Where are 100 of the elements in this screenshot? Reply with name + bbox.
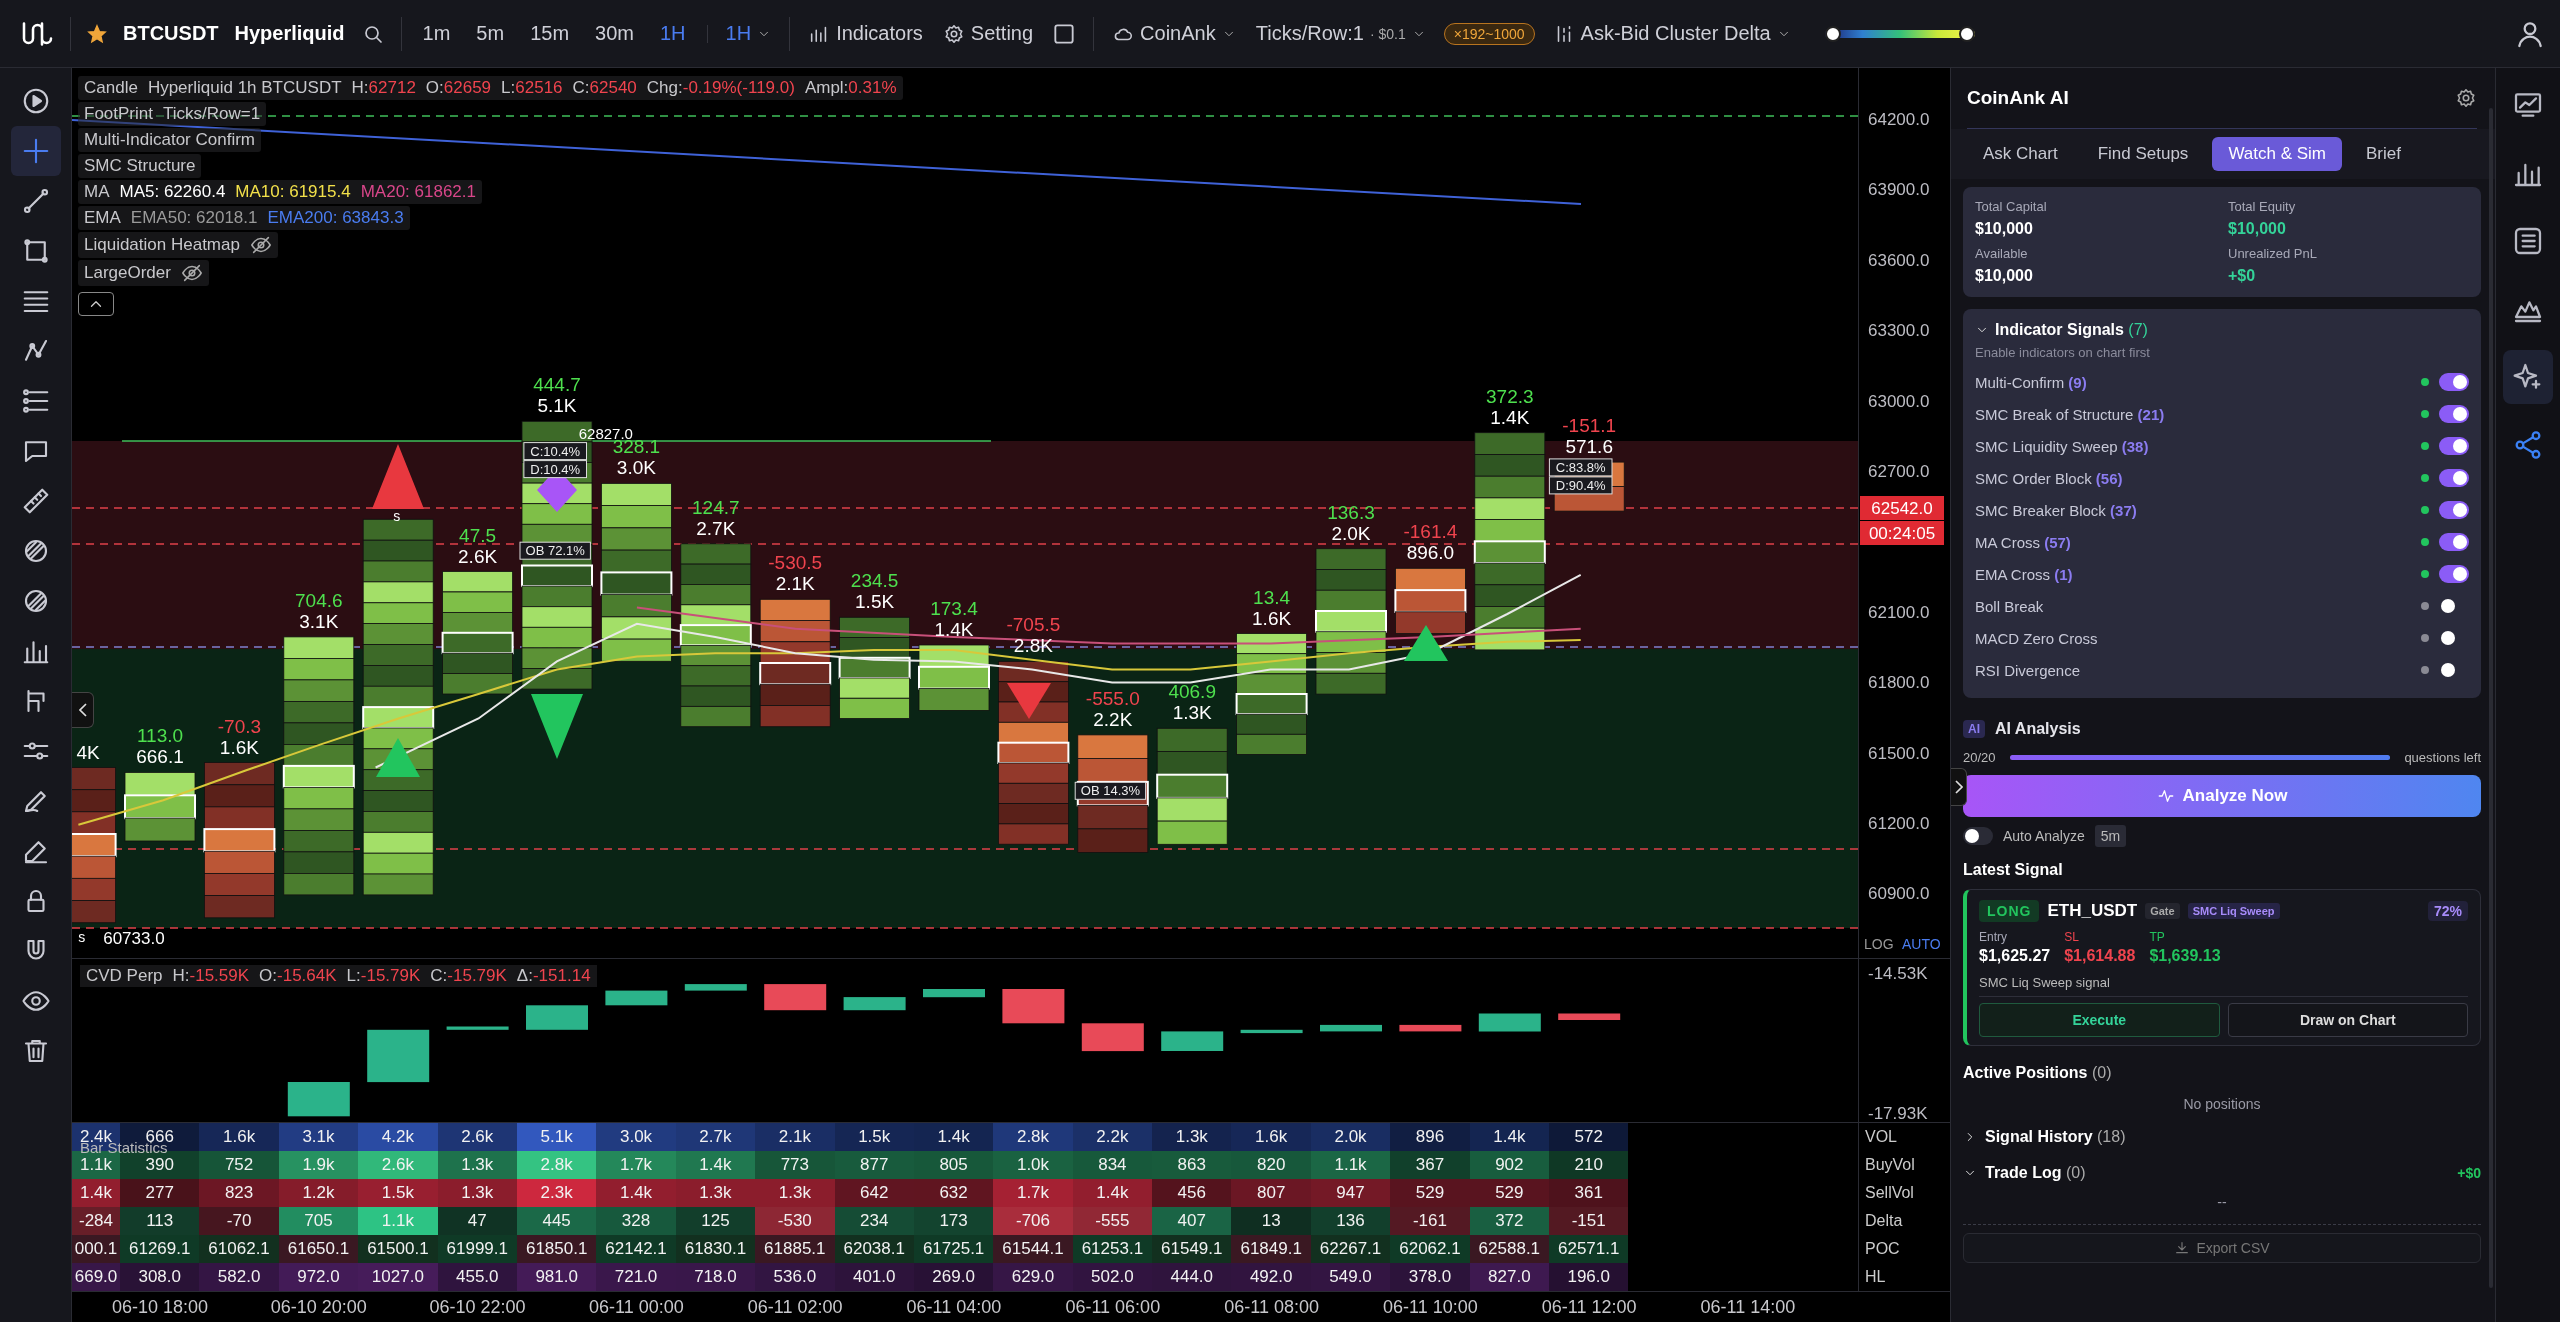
stat-cell: -284 [72,1207,120,1235]
price-label: 62100.0 [1868,602,1930,622]
volume-label: 1.5K [855,591,895,613]
stat-cell: 834 [1072,1151,1153,1179]
stat-cell: 3.0k [596,1123,676,1151]
stat-cell: 1.2k [278,1179,359,1207]
chart-annotation: D:10.4% [523,460,587,479]
stat-cell: 1.7k [993,1179,1073,1207]
stat-cell: 367 [1390,1151,1470,1179]
section-title[interactable]: Trade Log (0) [1985,1164,2086,1182]
interval-button[interactable]: 5m [471,18,510,49]
stat-cell: 407 [1152,1207,1232,1235]
legend-value: C:-15.79K [430,966,507,986]
indicators-button[interactable]: Indicators [806,18,925,49]
tab[interactable]: Find Setups [2081,137,2205,171]
panel-title: CoinAnk AI [1967,87,2069,109]
stat-cell: 827.0 [1469,1263,1550,1291]
stat-cell: 529 [1469,1179,1550,1207]
stat-cell: 2.3k [516,1179,597,1207]
stat-label: Unrealized PnL [2228,246,2318,261]
legend-source: Hyperliquid 1h BTCUSDT [147,78,342,98]
stat-cell: 1.7k [596,1151,676,1179]
chart-annotation: s [78,929,86,946]
stat-cell: -555 [1072,1207,1153,1235]
signal-label: MA Cross (57) [1975,533,2072,551]
stat-cell: 62571.1 [1549,1235,1629,1263]
price-label: 63900.0 [1868,180,1930,200]
section-title[interactable]: Signal History (18) [1985,1128,2126,1146]
chart-annotation: 60733.0 [103,928,165,948]
volume-label: 1.4K [934,619,974,641]
price-label: 64200.0 [1868,110,1930,129]
stat-cell: 61544.1 [993,1235,1073,1263]
stat-cell: 902 [1469,1151,1550,1179]
interval-button[interactable]: 30m [590,18,639,49]
volume-label: 666.1 [136,746,184,768]
tab[interactable]: Watch & Sim [2212,137,2342,171]
export-button[interactable]: Export CSV [1963,1233,2481,1263]
delta-label: -555.0 [1085,687,1140,709]
execute-button[interactable]: Execute [1979,1003,2220,1037]
stat-cell: 492.0 [1231,1263,1311,1291]
stat-cell: 125 [675,1207,756,1235]
stat-cell: 378.0 [1390,1263,1470,1291]
signal-label: EMA Cross (1) [1975,565,2074,583]
stat-cell: 1.0k [993,1151,1073,1179]
interval-button[interactable]: 1H [654,18,691,49]
stat-cell: 61269.1 [120,1235,200,1263]
interval-button[interactable]: 15m [525,18,575,49]
scale-toggle[interactable]: LOG [1864,936,1894,952]
empty-text: No positions [2182,1096,2262,1112]
signal-label: Multi-Confirm (9) [1975,373,2088,391]
delta-label: 113.0 [136,725,184,747]
stat-cell: 549.0 [1310,1263,1391,1291]
stat-cell: 5.1k [516,1123,597,1151]
mode-dropdown[interactable]: Ask-Bid Cluster Delta [1550,18,1793,49]
toggle-label: Auto Analyze [2003,828,2085,844]
symbol-name[interactable]: BTCUSDT [123,22,219,45]
draw-button[interactable]: Draw on Chart [2227,1003,2468,1037]
multiplier-badge[interactable]: ×192~1000 [1443,22,1535,45]
delta-label: 704.6 [295,589,343,611]
stat-cell: -530 [755,1207,835,1235]
stat-cell: 1.3k [437,1179,517,1207]
legend-title: Liquidation Heatmap [84,235,240,255]
delta-label: -70.3 [217,715,262,737]
analyze-button[interactable]: Analyze Now [1963,775,2481,817]
price-label: 61200.0 [1868,814,1930,833]
price-label: 60900.0 [1868,884,1930,904]
stat-cell: 1.4k [1072,1179,1153,1207]
setting-button[interactable]: Setting [940,18,1036,49]
time-label: 06-10 22:00 [428,1296,527,1318]
scale-toggle[interactable]: AUTO [1902,936,1941,952]
tab[interactable]: Ask Chart [1967,137,2074,171]
stat-cell: 632 [913,1179,994,1207]
stat-cell: 529 [1390,1179,1470,1207]
stat-cell: 1.3k [1152,1123,1232,1151]
time-label: 06-11 06:00 [1064,1296,1162,1318]
tab[interactable]: Brief [2350,137,2417,171]
interval-dropdown[interactable]: 1H [723,18,774,49]
stat-cell: 61725.1 [913,1235,994,1263]
countdown-tag: 00:24:05 [1860,521,1944,545]
stat-cell: 1.4k [596,1179,676,1207]
exchange-name[interactable]: Hyperliquid [234,22,345,45]
stat-cell: 642 [834,1179,914,1207]
stat-cell: -706 [993,1207,1073,1235]
signal-label: SMC Break of Structure (21) [1975,405,2166,423]
interval-select[interactable]: 5m [2094,825,2127,847]
section-title[interactable]: Indicator Signals (7) [1995,321,2148,339]
volume-label: 3.1K [299,610,339,632]
stat-cell: 2.8k [516,1151,597,1179]
source-dropdown[interactable]: CoinAnk [1110,18,1238,49]
price-label: SL [2064,930,2080,944]
stat-cell: 721.0 [596,1263,676,1291]
time-label: 06-11 08:00 [1223,1296,1320,1318]
volume-label: 1.6K [219,736,259,758]
stat-cell: 113 [120,1207,200,1235]
interval-button[interactable]: 1m [417,18,456,49]
ticks-dropdown[interactable]: Ticks/Row:1 · $0.1 [1253,18,1428,49]
stat-cell: 863 [1152,1151,1232,1179]
stat-cell: 13 [1231,1207,1311,1235]
price-label: 61800.0 [1868,673,1930,693]
stat-cell: 1.4k [913,1123,994,1151]
